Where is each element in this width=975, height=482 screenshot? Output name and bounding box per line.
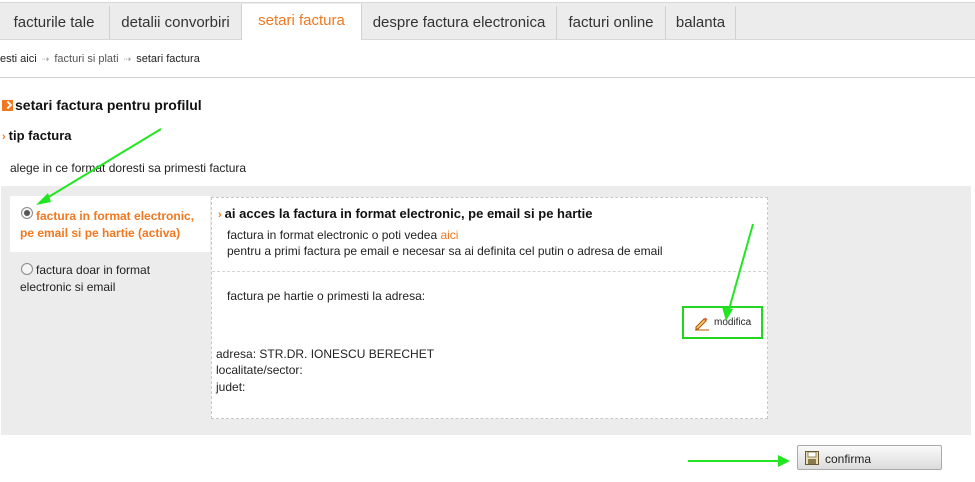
confirm-label: confirma [825,452,872,466]
detail-line-email: pentru a primi factura pe email e necesa… [227,244,663,258]
breadcrumb-item-setari-factura: setari factura [136,53,200,65]
breadcrumb-current-location: esti aici [0,53,37,65]
annotation-arrow-icon [688,455,790,467]
tab-facturile-tale[interactable]: facturile tale [0,6,108,39]
section-subtitle: › tip factura [2,128,72,143]
option-electronic-only-label[interactable]: factura doar in format electronic si ema… [20,262,200,296]
view-invoice-link[interactable]: aici [440,228,458,242]
modify-address-label: modifica [714,317,752,328]
section-subtitle-text: tip factura [8,128,72,143]
main-tab-bar: facturile tale detalii convorbiri setari… [0,2,975,40]
detail-line-view-text: factura in format electronic o poti vede… [227,228,438,242]
arrow-square-icon [2,100,13,111]
detail-title: › ai acces la factura in format electroni… [218,206,592,221]
breadcrumb-arrow-icon: ⇢ [123,54,132,64]
intro-text: alege in ce format doresti sa primesti f… [10,161,247,175]
locality-line: localitate/sector: [216,363,303,377]
breadcrumb-link-facturi-si-plati[interactable]: facturi si plati [54,53,118,65]
tab-balanta[interactable]: balanta [665,6,736,39]
tab-despre-factura-electronica[interactable]: despre factura electronica [361,6,556,39]
breadcrumb: esti aici ⇢ facturi si plati ⇢ setari fa… [0,53,200,65]
tab-facturi-online[interactable]: facturi online [556,6,665,39]
save-disk-icon [805,451,819,465]
address-line: adresa: STR.DR. IONESCU BERECHET [216,347,435,361]
chevron-right-icon: › [2,131,6,143]
detail-line-view: factura in format electronic o poti vede… [227,228,458,242]
paper-address-intro: factura pe hartie o primesti la adresa: [227,289,426,303]
option-electronic-and-paper-label[interactable]: factura in format electronic, pe email s… [20,208,206,242]
chevron-right-icon: › [218,209,222,221]
tab-detalii-convorbiri[interactable]: detalii convorbiri [109,6,241,39]
page-title-text: setari factura pentru profilul [15,97,202,113]
detail-divider [212,271,766,272]
county-line: judet: [216,380,246,394]
divider [0,77,975,78]
breadcrumb-arrow-icon: ⇢ [41,54,50,64]
confirm-button[interactable]: confirma [797,445,942,470]
pencil-icon [695,317,709,331]
detail-title-text: ai acces la factura in format electronic… [224,206,593,221]
modify-address-button[interactable]: modifica [682,306,763,339]
page-title: setari factura pentru profilul [2,97,202,113]
tab-setari-factura[interactable]: setari factura [241,4,362,40]
